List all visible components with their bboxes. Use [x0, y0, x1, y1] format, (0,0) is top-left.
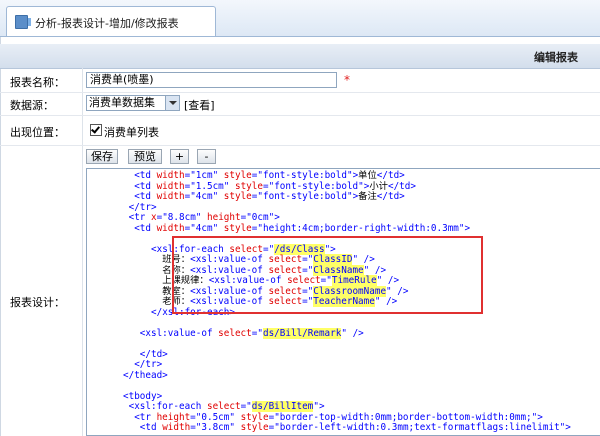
- position-checkbox[interactable]: [90, 124, 102, 136]
- position-checkbox-label: 消费单列表: [104, 126, 159, 139]
- row-datasource: 数据源： 消费单数据集 [查看]: [0, 92, 600, 116]
- tab-label: 分析-报表设计-增加/修改报表: [35, 17, 179, 30]
- code-line: <xsl:value-of select="ds/Bill/Remark" />: [139, 327, 364, 339]
- code-line: <td width="4cm" style="font-style:bold">…: [134, 191, 405, 202]
- section-title: 编辑报表: [534, 51, 578, 64]
- report-name-input[interactable]: 消费单(喷墨): [86, 72, 337, 88]
- chevron-down-icon[interactable]: [165, 96, 179, 110]
- datasource-select[interactable]: 消费单数据集: [86, 95, 180, 111]
- datasource-value: 消费单数据集: [89, 96, 155, 109]
- code-content: <td width="1cm" style="font-style:bold">…: [87, 170, 571, 434]
- plus-button[interactable]: +: [170, 149, 189, 164]
- tab-report-design[interactable]: 分析-报表设计-增加/修改报表: [6, 6, 216, 36]
- tab-bar: 分析-报表设计-增加/修改报表: [0, 0, 600, 37]
- preview-button[interactable]: 预览: [128, 149, 162, 164]
- report-name-label: 报表名称：: [10, 76, 65, 89]
- xsl-code-editor[interactable]: <td width="1cm" style="font-style:bold">…: [86, 168, 600, 436]
- code-line: </thead>: [123, 369, 168, 381]
- row-report-name: 报表名称： 消费单(喷墨) *: [0, 68, 600, 93]
- required-marker: *: [344, 73, 350, 87]
- code-line: <td width="3.8cm" style="border-left-wid…: [139, 422, 571, 433]
- document-icon: [15, 15, 31, 29]
- section-header: 编辑报表: [0, 44, 600, 69]
- code-line: <td width="4cm" style="height:4cm;border…: [134, 222, 471, 234]
- row-position: 出现位置： 消费单列表: [0, 115, 600, 146]
- position-label: 出现位置：: [10, 126, 65, 139]
- minus-button[interactable]: -: [197, 149, 216, 164]
- code-line: </xsl:for-each>: [151, 306, 235, 318]
- save-button[interactable]: 保存: [86, 149, 118, 164]
- view-datasource-link[interactable]: [查看]: [184, 97, 215, 113]
- report-design-label: 报表设计：: [10, 296, 65, 309]
- datasource-label: 数据源：: [10, 99, 54, 112]
